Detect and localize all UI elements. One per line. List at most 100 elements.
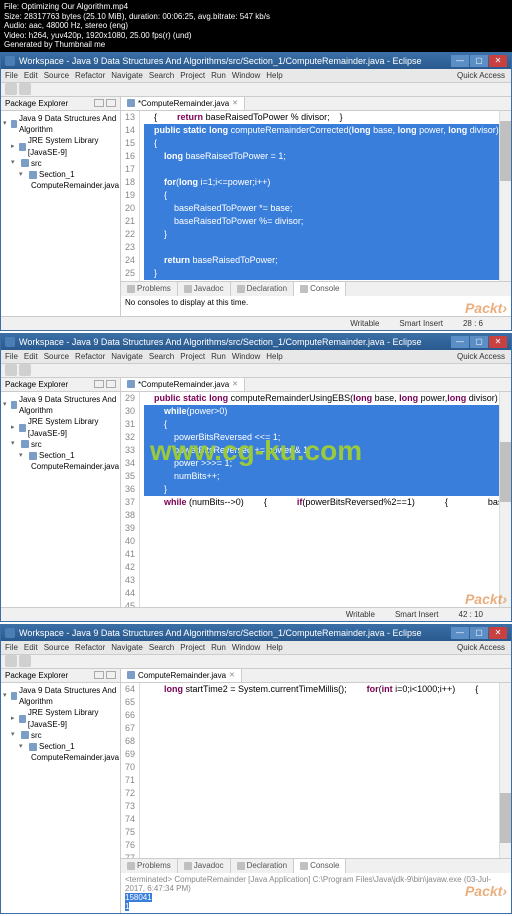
tab-javadoc[interactable]: Javadoc [178,859,231,873]
close-button[interactable]: ✕ [489,627,507,639]
maximize-button[interactable]: ▢ [470,55,488,67]
tab-declaration[interactable]: Declaration [231,282,294,296]
tree-jre[interactable]: JRE System Library [JavaSE-9] [28,707,118,729]
tree-file[interactable]: ComputeRemainder.java [31,180,119,191]
menu-run[interactable]: Run [211,643,226,652]
project-tree[interactable]: ▾Java 9 Data Structures And Algorithm ▸J… [1,392,120,474]
tab-javadoc[interactable]: Javadoc [178,282,231,296]
minimize-icon[interactable] [94,671,104,679]
menu-edit[interactable]: Edit [24,643,38,652]
maximize-button[interactable]: ▢ [470,336,488,348]
menu-window[interactable]: Window [232,643,260,652]
tree-project[interactable]: Java 9 Data Structures And Algorithm [19,394,118,416]
menu-help[interactable]: Help [266,643,282,652]
menu-project[interactable]: Project [180,71,205,80]
menu-source[interactable]: Source [44,352,69,361]
close-icon[interactable]: ✕ [232,380,238,388]
minimize-icon[interactable] [94,99,104,107]
code-editor[interactable]: 1314151617181920212223242526272829 { ret… [121,111,511,281]
tree-src[interactable]: src [31,158,42,169]
tree-file[interactable]: ComputeRemainder.java [31,461,119,472]
menu-search[interactable]: Search [149,71,174,80]
menu-source[interactable]: Source [44,643,69,652]
editor-tab[interactable]: ComputeRemainder.java ✕ [121,669,242,682]
explorer-tab[interactable]: Package Explorer [1,378,120,392]
close-button[interactable]: ✕ [489,55,507,67]
tb-save-icon[interactable] [19,655,31,667]
minimize-button[interactable]: — [451,336,469,348]
titlebar[interactable]: Workspace - Java 9 Data Structures And A… [1,334,511,350]
editor-tab[interactable]: *ComputeRemainder.java ✕ [121,97,245,110]
quick-access[interactable]: Quick Access [457,643,505,652]
tab-console[interactable]: Console [294,282,346,296]
tb-new-icon[interactable] [5,364,17,376]
quick-access[interactable]: Quick Access [457,71,505,80]
editor-tab[interactable]: *ComputeRemainder.java ✕ [121,378,245,391]
explorer-tab[interactable]: Package Explorer [1,669,120,683]
scrollbar-vertical[interactable] [499,392,511,607]
close-icon[interactable]: ✕ [232,99,238,107]
menu-window[interactable]: Window [232,352,260,361]
menu-navigate[interactable]: Navigate [111,71,143,80]
code-editor[interactable]: 2930313233343536373839404142434445464748… [121,392,511,607]
menu-search[interactable]: Search [149,352,174,361]
tree-src[interactable]: src [31,730,42,741]
menu-refactor[interactable]: Refactor [75,71,105,80]
menu-navigate[interactable]: Navigate [111,352,143,361]
menu-edit[interactable]: Edit [24,71,38,80]
minimize-icon[interactable] [94,380,104,388]
menu-file[interactable]: File [5,352,18,361]
tree-section[interactable]: Section_1 [39,169,75,180]
console-body[interactable]: <terminated> ComputeRemainder [Java Appl… [121,873,511,913]
tab-problems[interactable]: Problems [121,859,178,873]
menu-refactor[interactable]: Refactor [75,352,105,361]
menu-file[interactable]: File [5,643,18,652]
tab-console[interactable]: Console [294,859,346,873]
tree-jre[interactable]: JRE System Library [JavaSE-9] [28,416,118,438]
minimize-button[interactable]: — [451,627,469,639]
menu-navigate[interactable]: Navigate [111,643,143,652]
console-body[interactable]: No consoles to display at this time. [121,296,511,316]
menu-run[interactable]: Run [211,71,226,80]
menu-project[interactable]: Project [180,352,205,361]
tb-save-icon[interactable] [19,83,31,95]
tree-jre[interactable]: JRE System Library [JavaSE-9] [28,135,118,157]
menu-edit[interactable]: Edit [24,352,38,361]
quick-access[interactable]: Quick Access [457,352,505,361]
menu-help[interactable]: Help [266,71,282,80]
tree-section[interactable]: Section_1 [39,450,75,461]
menu-file[interactable]: File [5,71,18,80]
menu-project[interactable]: Project [180,643,205,652]
tab-problems[interactable]: Problems [121,282,178,296]
close-button[interactable]: ✕ [489,336,507,348]
menu-search[interactable]: Search [149,643,174,652]
tab-declaration[interactable]: Declaration [231,859,294,873]
code-editor[interactable]: 646566676869707172737475767778798081 lon… [121,683,511,858]
titlebar[interactable]: Workspace - Java 9 Data Structures And A… [1,625,511,641]
titlebar[interactable]: Workspace - Java 9 Data Structures And A… [1,53,511,69]
tree-section[interactable]: Section_1 [39,741,75,752]
tree-project[interactable]: Java 9 Data Structures And Algorithm [19,685,118,707]
scrollbar-vertical[interactable] [499,111,511,281]
project-tree[interactable]: ▾Java 9 Data Structures And Algorithm ▸J… [1,111,120,193]
menu-refactor[interactable]: Refactor [75,643,105,652]
tb-save-icon[interactable] [19,364,31,376]
project-tree[interactable]: ▾Java 9 Data Structures And Algorithm ▸J… [1,683,120,765]
explorer-tab[interactable]: Package Explorer [1,97,120,111]
menu-run[interactable]: Run [211,352,226,361]
tb-new-icon[interactable] [5,655,17,667]
maximize-icon[interactable] [106,671,116,679]
scrollbar-vertical[interactable] [499,683,511,858]
maximize-button[interactable]: ▢ [470,627,488,639]
tree-project[interactable]: Java 9 Data Structures And Algorithm [19,113,118,135]
tree-src[interactable]: src [31,439,42,450]
close-icon[interactable]: ✕ [229,671,235,679]
tb-new-icon[interactable] [5,83,17,95]
minimize-button[interactable]: — [451,55,469,67]
maximize-icon[interactable] [106,380,116,388]
menu-help[interactable]: Help [266,352,282,361]
menu-source[interactable]: Source [44,71,69,80]
menu-window[interactable]: Window [232,71,260,80]
tree-file[interactable]: ComputeRemainder.java [31,752,119,763]
maximize-icon[interactable] [106,99,116,107]
